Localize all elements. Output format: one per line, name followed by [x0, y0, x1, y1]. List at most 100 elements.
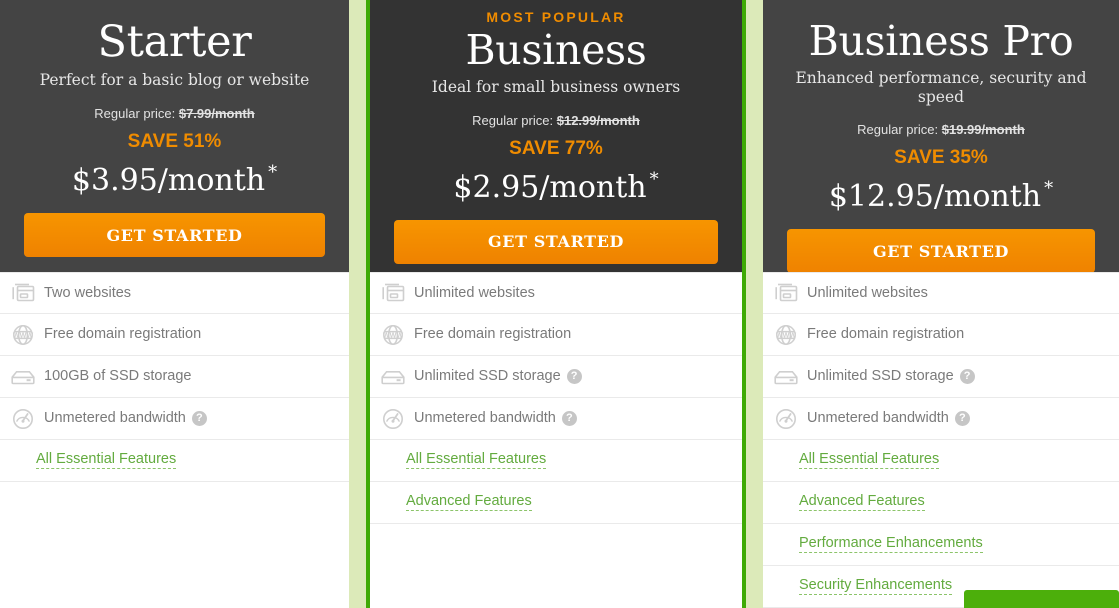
list-filler: [0, 482, 349, 608]
plan-tagline: Ideal for small business owners: [431, 78, 681, 97]
get-started-button-starter[interactable]: GET STARTED: [24, 213, 325, 258]
current-price-amount: $3.95/month: [71, 163, 266, 199]
feature-row: WWW Free domain registration: [763, 314, 1119, 356]
bandwidth-gauge-icon: [378, 406, 408, 432]
plan-header-pro: Business Pro Enhanced performance, securi…: [763, 0, 1119, 274]
feature-row: Unlimited websites: [763, 272, 1119, 314]
websites-icon: [8, 280, 38, 306]
current-price: $2.95/month *: [382, 168, 730, 205]
current-price: $12.95/month *: [775, 179, 1107, 213]
help-tooltip-icon[interactable]: ?: [561, 411, 577, 426]
chat-widget-bar[interactable]: [964, 590, 1119, 608]
feature-row: Two websites: [0, 272, 349, 314]
expand-features-link[interactable]: All Essential Features: [36, 452, 177, 470]
websites-icon: [771, 280, 801, 306]
plan-card-pro: Business Pro Enhanced performance, securi…: [763, 0, 1119, 608]
feature-row: WWW Free domain registration: [370, 314, 742, 356]
feature-label: Unmetered bandwidth: [44, 410, 186, 427]
plan-name: Business Pro: [808, 17, 1074, 65]
plan-name: Business: [465, 26, 647, 74]
feature-row: 100GB of SSD storage: [0, 356, 349, 398]
feature-row: Unmetered bandwidth?: [0, 398, 349, 440]
current-price-amount: $12.95/month: [828, 179, 1042, 215]
feature-list-business: Unlimited websites WWW Free domain registr…: [370, 272, 742, 524]
feature-label: Free domain registration: [807, 326, 965, 343]
feature-row: Unlimited websites: [370, 272, 742, 314]
bandwidth-gauge-icon: [8, 406, 38, 432]
expand-features-link[interactable]: Security Enhancements: [799, 578, 953, 596]
regular-price-amount: $7.99/month: [178, 106, 255, 122]
save-percentage: SAVE 77%: [509, 137, 603, 159]
feature-row: Unlimited SSD storage?: [370, 356, 742, 398]
price-asterisk: *: [649, 168, 659, 190]
price-asterisk: *: [268, 162, 278, 184]
plan-tagline: Enhanced performance, security and speed: [795, 69, 1087, 106]
feature-link-row: Advanced Features: [763, 482, 1119, 524]
regular-price: Regular price: $19.99/month: [775, 123, 1107, 136]
plan-card-starter: Starter Perfect for a basic blog or websi…: [0, 0, 349, 608]
feature-link-row: All Essential Features: [0, 440, 349, 482]
help-tooltip-icon[interactable]: ?: [191, 411, 207, 426]
feature-label: Free domain registration: [44, 326, 202, 343]
regular-price-label: Regular price:: [94, 106, 176, 122]
most-popular-badge: MOST POPULAR: [486, 9, 626, 25]
feature-row: WWW Free domain registration: [0, 314, 349, 356]
feature-label: Unlimited websites: [807, 284, 928, 301]
www-globe-icon: WWW: [771, 322, 801, 348]
plan-card-business: MOST POPULAR Business Ideal for small busi…: [366, 0, 746, 608]
feature-list-starter: Two websites WWW Free domain registration 1…: [0, 272, 349, 482]
svg-text:WWW: WWW: [13, 330, 34, 339]
regular-price-amount: $19.99/month: [941, 122, 1025, 138]
feature-label: Unlimited SSD storage: [807, 368, 954, 385]
help-tooltip-icon[interactable]: ?: [954, 411, 970, 426]
feature-label: Unmetered bandwidth: [414, 410, 556, 427]
expand-features-link[interactable]: All Essential Features: [799, 452, 940, 470]
pricing-table: Starter Perfect for a basic blog or websi…: [0, 0, 1119, 608]
help-tooltip-icon[interactable]: ?: [566, 369, 582, 384]
feature-link-row: All Essential Features: [370, 440, 742, 482]
feature-label: Unmetered bandwidth: [807, 410, 949, 427]
svg-text:WWW: WWW: [776, 330, 797, 339]
feature-label: Unlimited SSD storage: [414, 368, 561, 385]
regular-price: Regular price: $12.99/month: [382, 114, 730, 127]
regular-price-label: Regular price:: [472, 112, 554, 128]
list-filler: [370, 524, 742, 608]
feature-link-row: All Essential Features: [763, 440, 1119, 482]
feature-row: Unlimited SSD storage?: [763, 356, 1119, 398]
ssd-storage-icon: [8, 364, 38, 390]
feature-label: Free domain registration: [414, 326, 572, 343]
feature-link-row: Performance Enhancements: [763, 524, 1119, 566]
feature-link-row: Advanced Features: [370, 482, 742, 524]
bandwidth-gauge-icon: [771, 406, 801, 432]
plan-header-business: MOST POPULAR Business Ideal for small busi…: [370, 0, 742, 272]
feature-label: Two websites: [44, 284, 132, 301]
feature-label: 100GB of SSD storage: [44, 368, 192, 385]
save-percentage: SAVE 51%: [127, 131, 222, 153]
get-started-button-business[interactable]: GET STARTED: [394, 219, 718, 264]
websites-icon: [378, 280, 408, 306]
save-percentage: SAVE 35%: [894, 147, 988, 169]
svg-text:WWW: WWW: [383, 330, 404, 339]
plan-header-starter: Starter Perfect for a basic blog or websi…: [0, 0, 349, 272]
feature-list-pro: Unlimited websites WWW Free domain registr…: [763, 272, 1119, 608]
get-started-button-pro[interactable]: GET STARTED: [787, 229, 1095, 274]
plan-name: Starter: [97, 17, 252, 67]
regular-price: Regular price: $7.99/month: [12, 107, 337, 120]
expand-features-link[interactable]: Advanced Features: [406, 494, 532, 512]
regular-price-label: Regular price:: [857, 122, 939, 138]
www-globe-icon: WWW: [8, 322, 38, 348]
current-price-amount: $2.95/month: [453, 169, 647, 205]
current-price: $3.95/month *: [12, 163, 337, 197]
price-asterisk: *: [1044, 178, 1054, 200]
ssd-storage-icon: [378, 364, 408, 390]
ssd-storage-icon: [771, 364, 801, 390]
expand-features-link[interactable]: All Essential Features: [406, 452, 547, 470]
feature-row: Unmetered bandwidth?: [763, 398, 1119, 440]
plan-tagline: Perfect for a basic blog or website: [39, 71, 310, 90]
expand-features-link[interactable]: Performance Enhancements: [799, 536, 983, 554]
expand-features-link[interactable]: Advanced Features: [799, 494, 925, 512]
www-globe-icon: WWW: [378, 322, 408, 348]
help-tooltip-icon[interactable]: ?: [959, 369, 975, 384]
feature-label: Unlimited websites: [414, 284, 535, 301]
feature-row: Unmetered bandwidth?: [370, 398, 742, 440]
